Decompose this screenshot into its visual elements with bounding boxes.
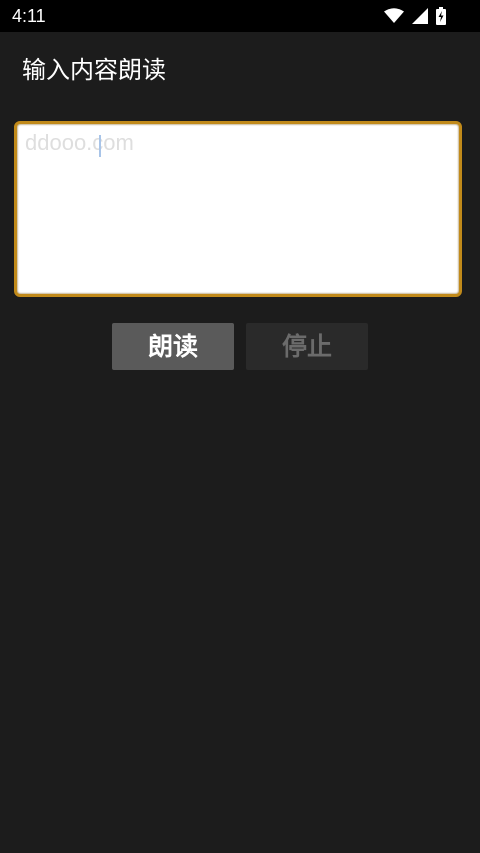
wifi-icon bbox=[384, 8, 404, 24]
cell-signal-icon bbox=[412, 8, 428, 24]
status-bar: 4:11 bbox=[0, 0, 480, 32]
status-icons bbox=[384, 7, 446, 25]
app-title: 输入内容朗读 bbox=[22, 56, 166, 84]
read-aloud-button[interactable]: 朗读 bbox=[112, 323, 234, 370]
text-input-container[interactable] bbox=[14, 121, 462, 297]
stop-button[interactable]: 停止 bbox=[246, 323, 368, 370]
text-input[interactable] bbox=[17, 124, 459, 294]
status-time: 4:11 bbox=[12, 6, 46, 26]
battery-icon bbox=[436, 7, 446, 25]
text-cursor bbox=[99, 135, 101, 157]
